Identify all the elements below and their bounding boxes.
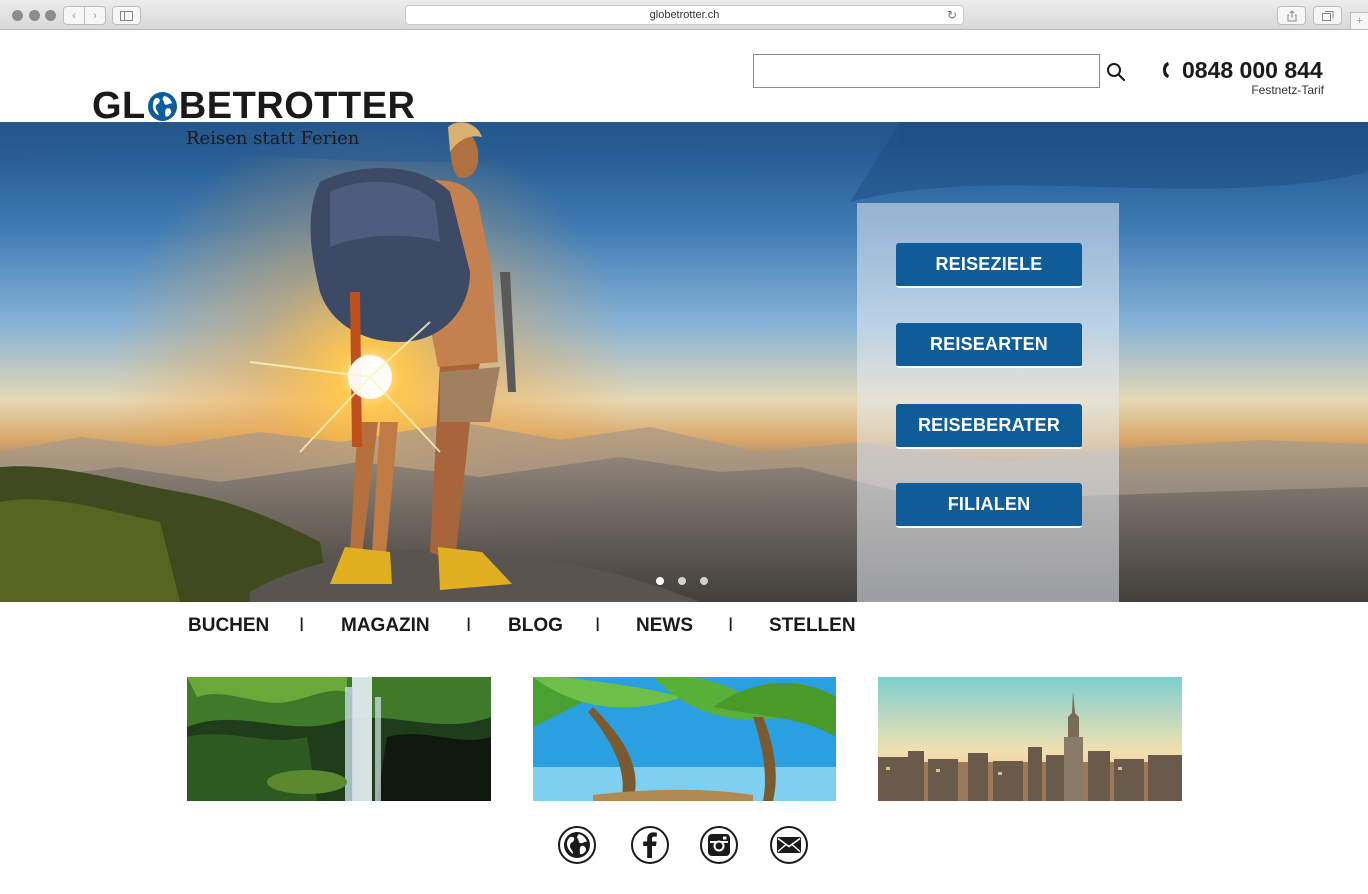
phone-icon	[1163, 62, 1169, 78]
search-input[interactable]	[753, 54, 1100, 88]
logo-tagline: Reisen statt Ferien	[186, 128, 360, 149]
nav-separator: I	[466, 615, 472, 636]
facebook-icon[interactable]	[631, 826, 669, 864]
nav-item-magazin[interactable]: MAGAZIN	[341, 615, 430, 637]
instagram-icon[interactable]	[700, 826, 738, 864]
back-icon[interactable]: ‹	[63, 6, 85, 25]
nav-item-stellen[interactable]: STELLEN	[769, 615, 856, 637]
logo-globe-icon	[147, 91, 177, 121]
address-bar[interactable]: globetrotter.ch ↻	[405, 5, 964, 25]
hero-image	[0, 122, 1368, 602]
reload-icon[interactable]: ↻	[947, 8, 957, 22]
thumbnail-waterfall[interactable]	[187, 677, 491, 801]
sidebar-icon[interactable]	[112, 6, 141, 25]
thumbnail-city-skyline[interactable]	[878, 677, 1182, 801]
reiseberater-button[interactable]: REISEBERATER	[896, 404, 1082, 449]
nav-separator: I	[299, 615, 305, 636]
nav-separator: I	[595, 615, 601, 636]
phone-number[interactable]: 0848 000 844	[1182, 57, 1323, 84]
reisearten-button[interactable]: REISEARTEN	[896, 323, 1082, 368]
nav-item-news[interactable]: NEWS	[636, 615, 693, 637]
close-window-icon[interactable]	[12, 10, 23, 21]
phone-tariff-note: Festnetz-Tarif	[1251, 83, 1324, 97]
tabs-icon[interactable]	[1313, 6, 1342, 25]
new-tab-icon[interactable]: +	[1350, 12, 1368, 30]
nav-item-blog[interactable]: BLOG	[508, 615, 563, 637]
logo[interactable]: GL BETROTTER Reisen statt Ferien	[92, 86, 415, 156]
mail-icon[interactable]	[770, 826, 808, 864]
forward-icon[interactable]: ›	[84, 6, 106, 25]
search-icon[interactable]	[1106, 62, 1126, 82]
filialen-button[interactable]: FILIALEN	[896, 483, 1082, 528]
minimize-window-icon[interactable]	[29, 10, 40, 21]
reiseziele-button[interactable]: REISEZIELE	[896, 243, 1082, 288]
hero-menu-panel: REISEZIELE REISEARTEN REISEBERATER FILIA…	[857, 203, 1119, 602]
zoom-window-icon[interactable]	[45, 10, 56, 21]
logo-wordmark: GL BETROTTER	[92, 85, 416, 127]
globe-icon[interactable]	[558, 826, 596, 864]
slider-dot[interactable]	[656, 577, 664, 585]
hero-banner: REISEZIELE REISEARTEN REISEBERATER FILIA…	[0, 122, 1368, 602]
thumbnail-palm-beach[interactable]	[533, 677, 836, 801]
slider-dot[interactable]	[678, 577, 686, 585]
url-text: globetrotter.ch	[649, 9, 720, 21]
share-icon[interactable]	[1277, 6, 1306, 25]
slider-dot[interactable]	[700, 577, 708, 585]
browser-toolbar: ‹ › globetrotter.ch ↻ +	[0, 0, 1368, 30]
nav-item-buchen[interactable]: BUCHEN	[188, 615, 269, 637]
slider-dots	[656, 577, 708, 585]
nav-separator: I	[728, 615, 734, 636]
